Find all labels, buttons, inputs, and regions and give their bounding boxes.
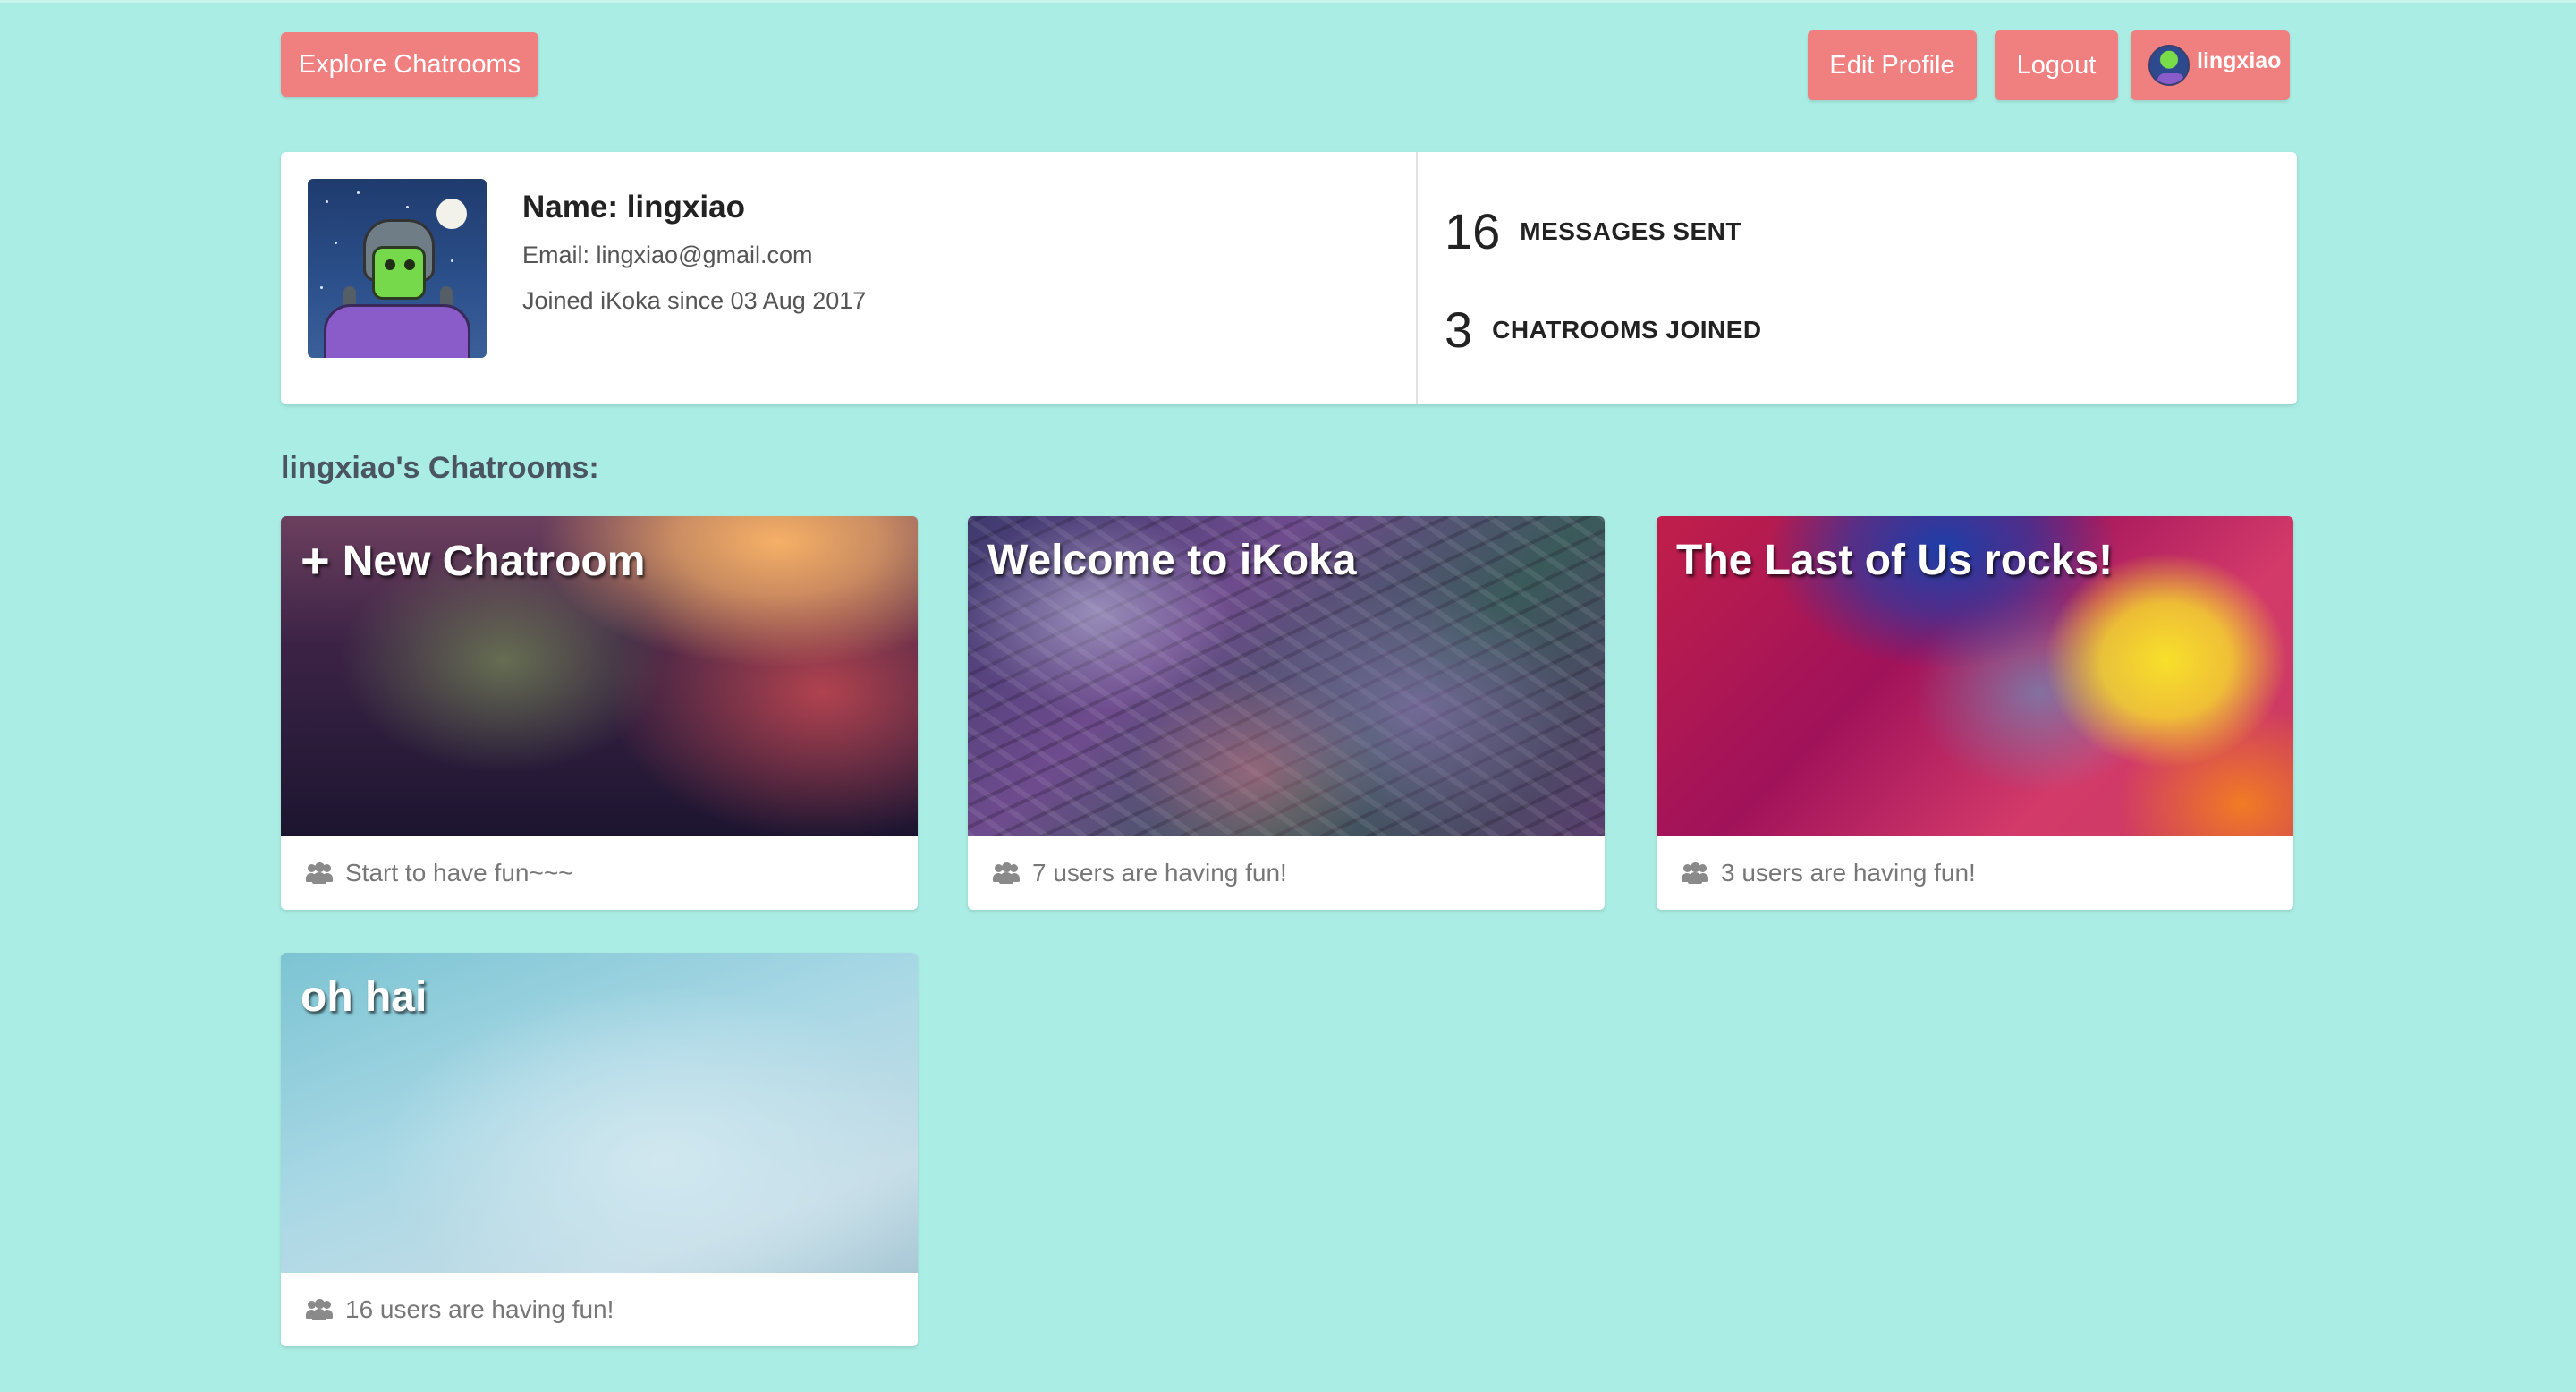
chatroom-footer-text: Start to have fun~~~	[345, 859, 573, 887]
plus-icon: +	[301, 532, 330, 589]
navbar: Explore Chatrooms Edit Profile Logout li…	[0, 30, 2576, 102]
chatroom-footer-text: 3 users are having fun!	[1721, 859, 1976, 887]
chatroom-footer-text: 7 users are having fun!	[1032, 859, 1287, 887]
chatroom-title: Welcome to iKoka	[987, 536, 1357, 585]
chatrooms-section-title: lingxiao's Chatrooms:	[281, 451, 599, 485]
star-graphic	[320, 286, 323, 289]
stat-chatrooms-joined: 3 CHATROOMS JOINED	[1445, 301, 1762, 359]
profile-joined-date: Joined iKoka since 03 Aug 2017	[522, 287, 867, 314]
profile-avatar	[308, 179, 487, 358]
avatar-face-graphic	[372, 246, 426, 300]
user-menu-name: lingxiao	[2197, 47, 2282, 73]
chatroom-card[interactable]: Welcome to iKoka 7 users are having fun!	[968, 516, 1605, 910]
chatroom-footer-text: 16 users are having fun!	[345, 1295, 614, 1323]
profile-name: Name: lingxiao	[522, 190, 745, 225]
chatroom-title-text: oh hai	[301, 973, 428, 1021]
chatroom-footer: 7 users are having fun!	[968, 836, 1605, 910]
star-graphic	[357, 191, 360, 194]
user-avatar-icon	[2148, 45, 2190, 86]
moon-graphic	[436, 199, 467, 229]
star-graphic	[406, 206, 409, 208]
users-icon	[1682, 862, 1708, 884]
chatroom-title: oh hai	[301, 972, 427, 1022]
edit-profile-button[interactable]: Edit Profile	[1808, 30, 1977, 100]
profile-stats-panel: 16 MESSAGES SENT 3 CHATROOMS JOINED	[1418, 152, 2297, 404]
chatroom-footer: Start to have fun~~~	[281, 836, 918, 910]
chatroom-footer: 3 users are having fun!	[1657, 836, 2293, 910]
stat-label: MESSAGES SENT	[1520, 216, 1741, 245]
chatroom-title-text: New Chatroom	[342, 537, 646, 585]
star-graphic	[335, 242, 337, 244]
chatroom-card[interactable]: oh hai 16 users are having fun!	[281, 953, 918, 1346]
user-menu-button[interactable]: lingxiao	[2131, 30, 2290, 100]
chatroom-title-text: Welcome to iKoka	[987, 537, 1357, 584]
explore-chatrooms-button[interactable]: Explore Chatrooms	[281, 32, 538, 97]
profile-email: Email: lingxiao@gmail.com	[522, 242, 813, 268]
chatroom-footer: 16 users are having fun!	[281, 1273, 918, 1346]
stat-messages-sent: 16 MESSAGES SENT	[1445, 202, 1741, 260]
stat-label: CHATROOMS JOINED	[1492, 315, 1762, 344]
profile-info-panel: Name: lingxiao Email: lingxiao@gmail.com…	[281, 152, 1418, 404]
avatar-body-graphic	[324, 304, 470, 358]
star-graphic	[451, 259, 453, 262]
top-border	[0, 0, 2576, 3]
users-icon	[306, 862, 333, 884]
profile-card: Name: lingxiao Email: lingxiao@gmail.com…	[281, 152, 2297, 404]
stat-number: 3	[1445, 301, 1473, 358]
chatroom-title-text: The Last of Us rocks!	[1676, 537, 2114, 584]
chatroom-title: The Last of Us rocks!	[1676, 536, 2113, 585]
star-graphic	[326, 200, 328, 203]
avatar-eye-graphic	[404, 259, 415, 270]
users-icon	[993, 862, 1020, 884]
chatroom-card[interactable]: The Last of Us rocks! 3 users are having…	[1657, 516, 2293, 910]
avatar-eye-graphic	[385, 259, 395, 270]
users-icon	[306, 1299, 333, 1320]
stat-number: 16	[1445, 203, 1501, 259]
chatroom-card-new[interactable]: + New Chatroom Start to have fun~~~	[281, 516, 918, 910]
logout-button[interactable]: Logout	[1995, 30, 2118, 100]
chatroom-title: + New Chatroom	[301, 536, 645, 586]
profile-details: Name: lingxiao Email: lingxiao@gmail.com…	[522, 190, 866, 333]
